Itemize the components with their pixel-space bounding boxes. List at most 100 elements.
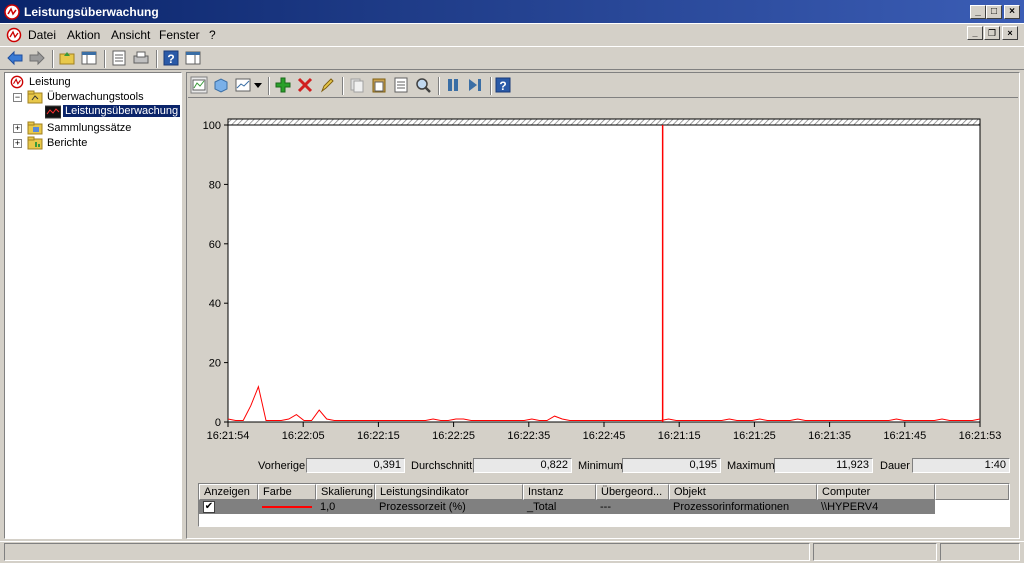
- update-data-icon[interactable]: [466, 76, 484, 94]
- stat-duration-value: 1:40: [912, 458, 1010, 473]
- tree-label-sammlungssaetze: Sammlungssätze: [47, 122, 132, 134]
- help-icon[interactable]: ?: [162, 49, 180, 67]
- y-tick-label: 20: [209, 358, 221, 370]
- x-tick-label: 16:21:53: [959, 430, 1002, 442]
- stat-min-value: 0,195: [622, 458, 721, 473]
- toolbar-separator: [438, 77, 440, 95]
- data-collector-sets-icon: [27, 121, 43, 135]
- status-panel-3: [940, 543, 1020, 561]
- print-icon[interactable]: [132, 49, 150, 67]
- mdi-restore-button[interactable]: ❐: [984, 26, 1000, 40]
- perfmon-app-icon: [4, 4, 20, 20]
- series-color-swatch: [262, 506, 312, 508]
- show-counter-checkbox[interactable]: ✔: [203, 501, 215, 513]
- toolbar-separator: [490, 77, 492, 95]
- legend-cell-object: Prozessorinformationen: [673, 501, 790, 513]
- properties-icon[interactable]: [392, 76, 410, 94]
- help-icon[interactable]: ?: [494, 76, 512, 94]
- legend-header-filler: [935, 484, 1009, 500]
- tree-label-berichte: Berichte: [47, 137, 88, 149]
- legend-header-show[interactable]: Anzeigen: [199, 484, 258, 500]
- copy-properties-icon[interactable]: [348, 76, 366, 94]
- stat-avg-value: 0,822: [473, 458, 572, 473]
- close-button[interactable]: ×: [1004, 5, 1020, 19]
- main-toolbar: ?: [0, 46, 1024, 70]
- legend-header-computer[interactable]: Computer: [817, 484, 935, 500]
- up-folder-icon[interactable]: [58, 49, 76, 67]
- legend-header-instance[interactable]: Instanz: [523, 484, 596, 500]
- y-tick-label: 100: [203, 120, 221, 132]
- legend-header-counter[interactable]: Leistungsindikator: [375, 484, 523, 500]
- legend-cell-parent: ---: [600, 501, 611, 513]
- toolbar-separator: [342, 77, 344, 95]
- x-tick-label: 16:22:45: [583, 430, 626, 442]
- stat-last-label: Vorherige: [258, 460, 306, 472]
- view-log-data-icon[interactable]: [212, 76, 230, 94]
- x-tick-label: 16:21:15: [658, 430, 701, 442]
- svg-text:?: ?: [499, 79, 506, 93]
- line-chart: 0 20 40 60 80 100 16:21:54 16:22:05 16:22:15 16:2…: [203, 118, 1002, 442]
- stat-max-label: Maximum: [727, 460, 775, 472]
- x-tick-label: 16:21:45: [883, 430, 926, 442]
- back-arrow-icon[interactable]: [6, 49, 24, 67]
- graph-type-dropdown-icon[interactable]: [254, 83, 262, 89]
- paste-counter-list-icon[interactable]: [370, 76, 388, 94]
- zoom-icon[interactable]: [414, 76, 432, 94]
- show-hide-tree-icon[interactable]: [80, 49, 98, 67]
- properties-icon[interactable]: [110, 49, 128, 67]
- status-panel-2: [813, 543, 937, 561]
- legend-cell-counter: Prozessorzeit (%): [379, 501, 466, 513]
- legend-cell-computer: \\HYPERV4: [821, 501, 879, 513]
- change-graph-type-icon[interactable]: [234, 76, 252, 94]
- reports-folder-icon: [27, 136, 43, 150]
- menu-ansicht[interactable]: Ansicht: [111, 28, 150, 42]
- expand-icon[interactable]: +: [13, 124, 22, 133]
- x-tick-label: 16:22:15: [357, 430, 400, 442]
- window-title: Leistungsüberwachung: [24, 5, 159, 19]
- add-counter-icon[interactable]: [274, 76, 292, 94]
- menu-bar: Datei Aktion Ansicht Fenster ?: [0, 24, 1024, 46]
- navigation-tree: Leistung − Überwachungstools Leistungsüb…: [4, 72, 182, 539]
- legend-header-scale[interactable]: Skalierung: [316, 484, 375, 500]
- stat-duration-label: Dauer: [880, 460, 910, 472]
- mdi-minimize-button[interactable]: _: [967, 26, 983, 40]
- x-tick-label: 16:22:35: [507, 430, 550, 442]
- legend-cell-scale: 1,0: [320, 501, 336, 513]
- legend-header-color[interactable]: Farbe: [258, 484, 316, 500]
- plot-area: [227, 124, 981, 423]
- x-tick-label: 16:22:05: [282, 430, 325, 442]
- performance-monitor-icon: [45, 105, 61, 119]
- stat-max-value: 11,923: [774, 458, 873, 473]
- status-panel-main: [4, 543, 810, 561]
- menu-help[interactable]: ?: [209, 28, 216, 42]
- delete-counter-icon[interactable]: [296, 76, 314, 94]
- legend-cell-instance: _Total: [527, 501, 557, 513]
- performance-graph[interactable]: 0 20 40 60 80 100 16:21:54 16:22:05 16:22:15 16:2…: [188, 100, 1016, 450]
- menu-fenster[interactable]: Fenster: [159, 28, 200, 42]
- forward-arrow-icon[interactable]: [28, 49, 46, 67]
- action-pane-icon[interactable]: [184, 49, 202, 67]
- expand-icon[interactable]: +: [13, 139, 22, 148]
- legend-header-object[interactable]: Objekt: [669, 484, 817, 500]
- time-window-strip: [227, 118, 981, 126]
- mdi-close-button[interactable]: ×: [1002, 26, 1018, 40]
- freeze-display-icon[interactable]: [444, 76, 462, 94]
- y-tick-label: 0: [215, 417, 221, 429]
- menu-datei[interactable]: Datei: [28, 28, 56, 42]
- y-tick-label: 40: [209, 298, 221, 310]
- view-current-activity-icon[interactable]: [190, 76, 208, 94]
- x-tick-label: 16:21:35: [808, 430, 851, 442]
- stat-last-value: 0,391: [306, 458, 405, 473]
- menu-aktion[interactable]: Aktion: [67, 28, 100, 42]
- maximize-button[interactable]: □: [986, 5, 1002, 19]
- tree-label-ueberwachungstools: Überwachungstools: [47, 91, 144, 103]
- y-tick-label: 60: [209, 239, 221, 251]
- legend-header-parent[interactable]: Übergeord...: [596, 484, 669, 500]
- stat-avg-label: Durchschnitt: [411, 460, 473, 472]
- toolbar-separator: [104, 50, 106, 68]
- highlight-icon[interactable]: [318, 76, 336, 94]
- tools-folder-icon: [27, 90, 43, 104]
- system-menu-icon[interactable]: [6, 27, 22, 43]
- collapse-icon[interactable]: −: [13, 93, 22, 102]
- minimize-button[interactable]: _: [970, 5, 986, 19]
